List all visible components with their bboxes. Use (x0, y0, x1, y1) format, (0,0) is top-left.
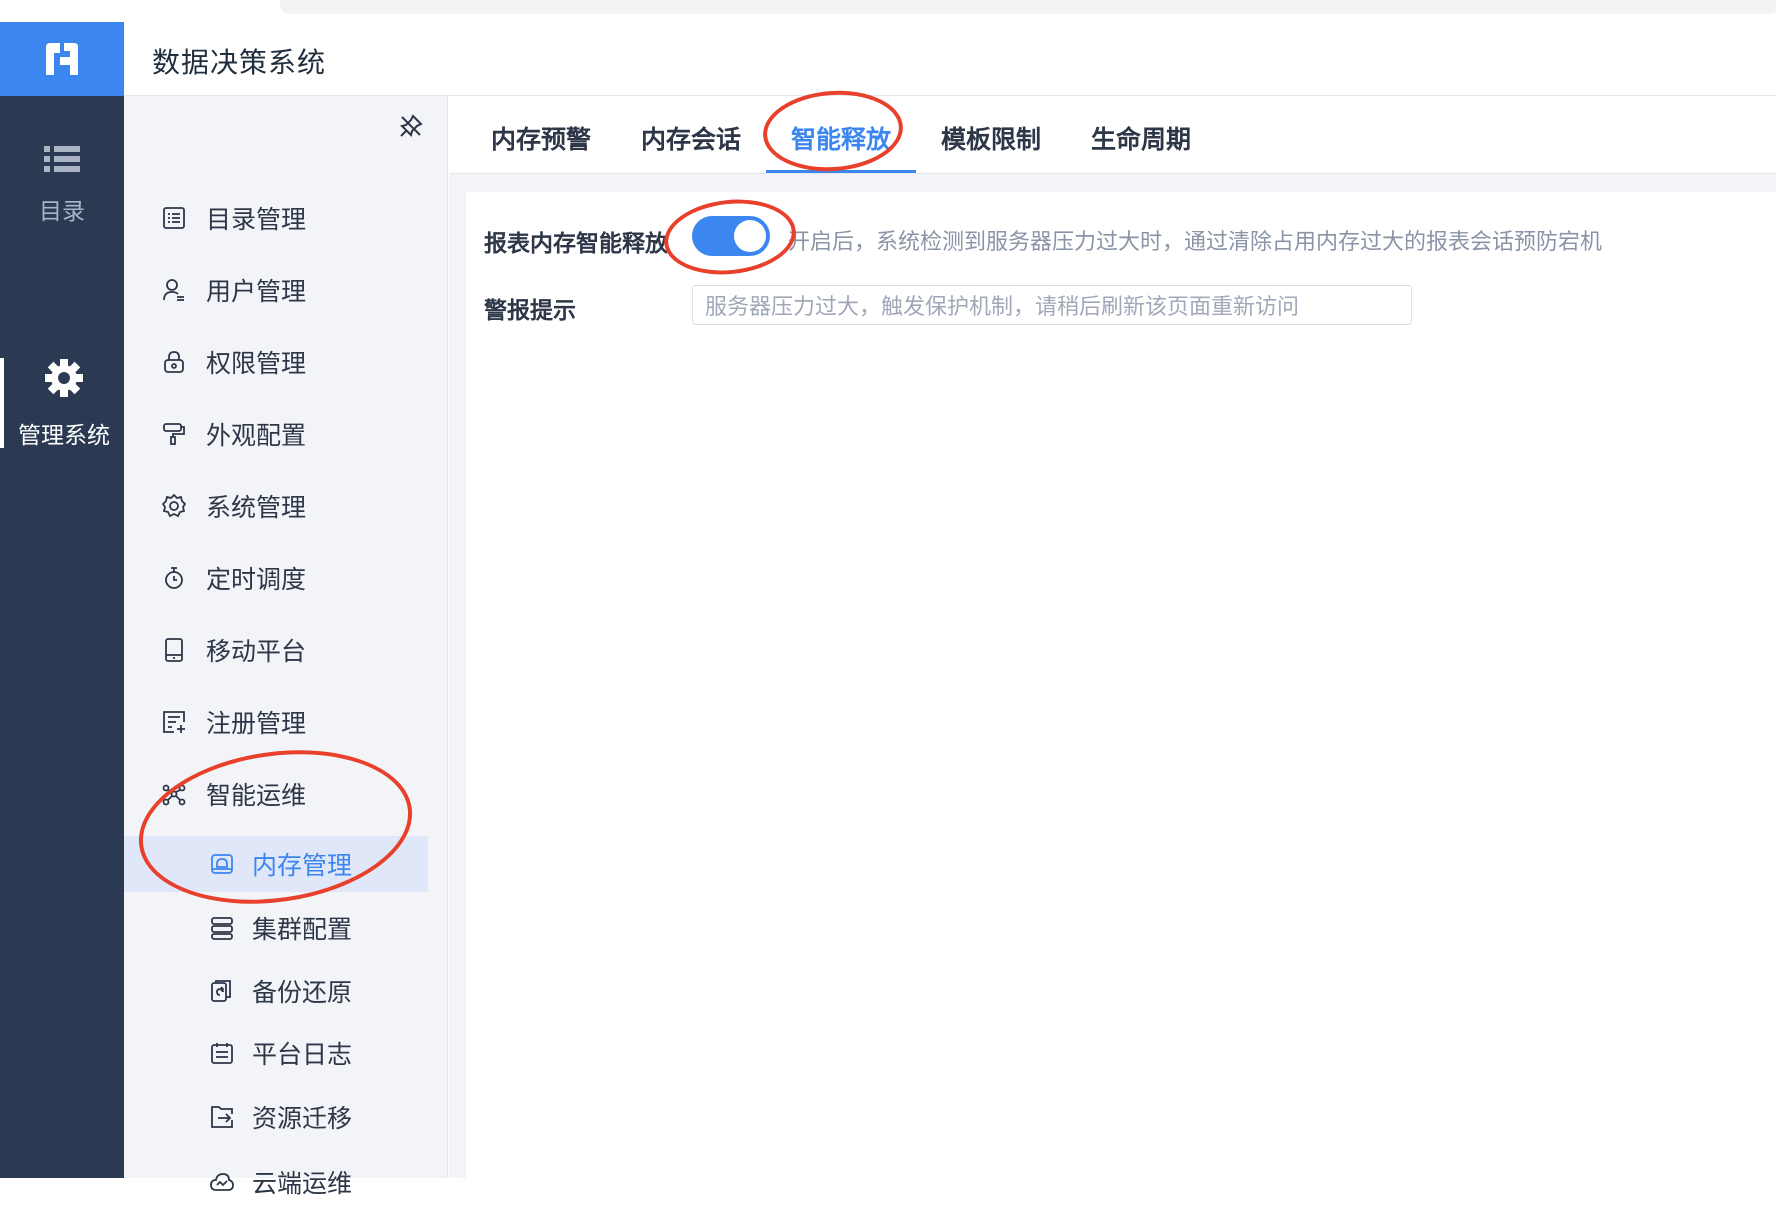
tab-template-limit[interactable]: 模板限制 (941, 120, 1041, 156)
sidebar-subitem-cloud[interactable]: 云端运维 (124, 1154, 448, 1210)
rail-item-catalog[interactable]: 目录 (0, 144, 124, 226)
list-icon (44, 146, 80, 172)
sidebar-item-label: 外观配置 (206, 421, 307, 450)
gear-icon (45, 359, 83, 397)
stopwatch-icon (160, 564, 188, 592)
sidebar-item-label: 集群配置 (252, 915, 353, 944)
sidebar-item-label: 资源迁移 (252, 1104, 353, 1133)
lock-icon (160, 348, 188, 376)
pin-icon[interactable] (399, 114, 423, 138)
sidebar-item-label: 平台日志 (252, 1040, 353, 1069)
app-header: 数据决策系统 (124, 22, 1776, 96)
browser-strip (0, 0, 1776, 22)
sidebar-subitem-cluster[interactable]: 集群配置 (124, 900, 448, 956)
sidebar-subitem-migrate[interactable]: 资源迁移 (124, 1089, 448, 1145)
browser-address-bar[interactable] (280, 0, 1776, 14)
sidebar-item-label: 用户管理 (206, 277, 307, 306)
cluster-icon (208, 914, 236, 942)
sidebar-item-catalog[interactable]: 目录管理 (124, 190, 448, 246)
sidebar: 目录管理 用户管理 权限管理 外观配置 系统管理 定时调度 移动平台 注册管理 … (124, 96, 448, 1198)
rail-item-label: 管理系统 (18, 423, 110, 449)
app-logo[interactable] (0, 22, 124, 96)
migrate-icon (208, 1103, 236, 1131)
sidebar-subitem-log[interactable]: 平台日志 (124, 1025, 448, 1081)
settings-panel (466, 192, 1776, 1178)
user-icon (160, 276, 188, 304)
paint-roller-icon (160, 420, 188, 448)
sidebar-item-label: 目录管理 (206, 205, 307, 234)
sidebar-item-label: 注册管理 (206, 709, 307, 738)
tab-lifecycle[interactable]: 生命周期 (1091, 120, 1191, 156)
rail-item-label: 目录 (39, 199, 85, 225)
sidebar-item-schedule[interactable]: 定时调度 (124, 550, 448, 606)
tab-memory-warning[interactable]: 内存预警 (491, 120, 591, 156)
tablet-icon (160, 636, 188, 664)
sidebar-item-appearance[interactable]: 外观配置 (124, 406, 448, 462)
sidebar-item-label: 权限管理 (206, 349, 307, 378)
settings-icon (160, 492, 188, 520)
alarm-message-input[interactable] (692, 285, 1412, 325)
sidebar-item-label: 移动平台 (206, 637, 307, 666)
backup-icon (208, 977, 236, 1005)
catalog-icon (160, 204, 188, 232)
register-icon (160, 708, 188, 736)
sidebar-item-users[interactable]: 用户管理 (124, 262, 448, 318)
sidebar-item-mobile[interactable]: 移动平台 (124, 622, 448, 678)
alarm-label: 警报提示 (484, 298, 576, 324)
sidebar-item-label: 备份还原 (252, 978, 353, 1007)
main-content: 内存预警 内存会话 智能释放 模板限制 生命周期 (449, 96, 1776, 1178)
sidebar-subitem-backup[interactable]: 备份还原 (124, 963, 448, 1019)
rail-item-admin[interactable]: 管理系统 (0, 358, 124, 449)
app-title: 数据决策系统 (152, 46, 327, 79)
sidebar-item-register[interactable]: 注册管理 (124, 694, 448, 750)
logo-icon (46, 43, 78, 75)
log-icon (208, 1039, 236, 1067)
sidebar-item-label: 云端运维 (252, 1169, 353, 1198)
smart-release-hint: 开启后，系统检测到服务器压力过大时，通过清除占用内存过大的报表会话预防宕机 (788, 230, 1603, 255)
sidebar-item-label: 定时调度 (206, 565, 307, 594)
tab-memory-session[interactable]: 内存会话 (641, 120, 741, 156)
nav-rail: 目录 管理系统 (0, 96, 124, 1178)
sidebar-item-permissions[interactable]: 权限管理 (124, 334, 448, 390)
smart-release-label: 报表内存智能释放 (484, 231, 668, 257)
tab-bar: 内存预警 内存会话 智能释放 模板限制 生命周期 (449, 96, 1776, 174)
cloud-icon (208, 1168, 236, 1196)
sidebar-item-label: 系统管理 (206, 493, 307, 522)
sidebar-item-system[interactable]: 系统管理 (124, 478, 448, 534)
